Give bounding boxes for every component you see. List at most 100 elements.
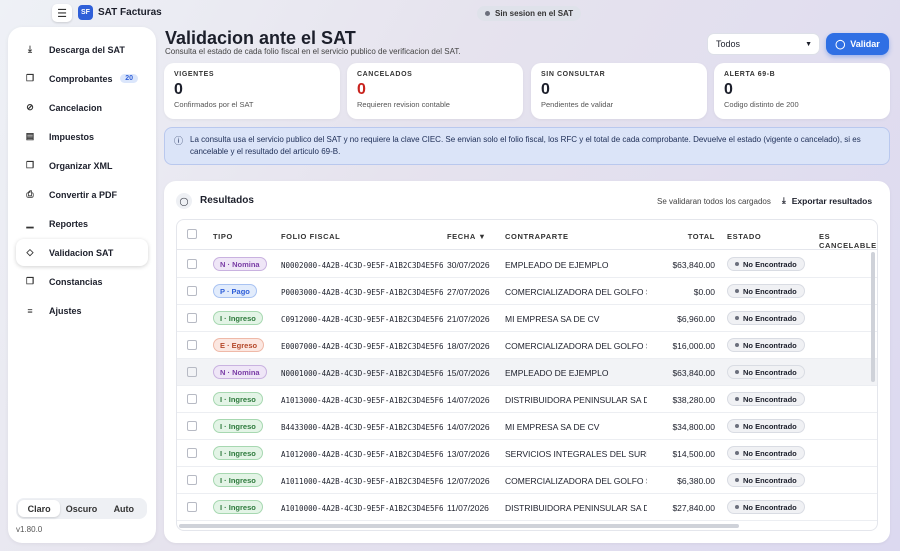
- column-header[interactable]: FOLIO FISCAL: [281, 232, 340, 241]
- sidebar-item-ajustes[interactable]: ≡ Ajustes: [16, 297, 148, 324]
- contraparte: COMERCIALIZADORA DEL GOLFO S...: [505, 287, 647, 297]
- row-checkbox[interactable]: [187, 313, 197, 323]
- sidebar-item-impuestos[interactable]: ▤ Impuestos: [16, 123, 148, 150]
- table-row[interactable]: I · Ingreso A1010000-4A2B-4C3D-9E5F-A1B2C…: [177, 494, 877, 521]
- row-checkbox[interactable]: [187, 448, 197, 458]
- printer-icon: ⎙: [26, 189, 34, 199]
- total: $16,000.00: [672, 341, 715, 351]
- column-header[interactable]: TOTAL: [688, 232, 715, 241]
- table-row[interactable]: E · Egreso E0007000-4A2B-4C3D-9E5F-A1B2C3…: [177, 332, 877, 359]
- stat-description: Confirmados por el SAT: [174, 100, 254, 109]
- export-results-button[interactable]: ⤓ Exportar resultados: [782, 195, 872, 206]
- status-badge: No Encontrado: [727, 338, 805, 352]
- type-badge: I · Ingreso: [213, 392, 263, 406]
- row-checkbox[interactable]: [187, 367, 197, 377]
- status-dot-icon: [735, 478, 739, 482]
- table-row[interactable]: N · Nomina N0002000-4A2B-4C3D-9E5F-A1B2C3…: [177, 251, 877, 278]
- sidebar-item-reportes[interactable]: ▁ Reportes: [16, 210, 148, 237]
- status-badge: No Encontrado: [727, 419, 805, 433]
- sidebar-item-convertir-a-pdf[interactable]: ⎙ Convertir a PDF: [16, 181, 148, 208]
- folio-fiscal: N0002000-4A2B-4C3D-9E5F-A1B2C3D4E5F6: [281, 261, 444, 270]
- sidebar-item-descarga-del-sat[interactable]: ⤓ Descarga del SAT: [16, 36, 148, 63]
- row-checkbox[interactable]: [187, 394, 197, 404]
- row-checkbox[interactable]: [187, 259, 197, 269]
- row-checkbox[interactable]: [187, 421, 197, 431]
- folio-fiscal: E0007000-4A2B-4C3D-9E5F-A1B2C3D4E5F6: [281, 342, 444, 351]
- row-checkbox[interactable]: [187, 502, 197, 512]
- table-row[interactable]: I · Ingreso C0912000-4A2B-4C3D-9E5F-A1B2C…: [177, 305, 877, 332]
- results-title: Resultados: [200, 195, 254, 206]
- stat-description: Pendientes de validar: [541, 100, 614, 109]
- type-badge: I · Ingreso: [213, 446, 263, 460]
- sidebar-item-comprobantes[interactable]: ❒ Comprobantes 20: [16, 65, 148, 92]
- table-row[interactable]: I · Ingreso A1011000-4A2B-4C3D-9E5F-A1B2C…: [177, 467, 877, 494]
- folder-icon: ❐: [25, 160, 35, 170]
- status-label: No Encontrado: [743, 313, 797, 323]
- table-row[interactable]: I · Ingreso B4433000-4A2B-4C3D-9E5F-A1B2C…: [177, 413, 877, 440]
- column-header[interactable]: ESTADO: [727, 232, 761, 241]
- sidebar-item-constancias[interactable]: ❒ Constancias: [16, 268, 148, 295]
- status-label: No Encontrado: [743, 259, 797, 269]
- stat-label: ALERTA 69-B: [724, 71, 776, 78]
- folio-fiscal: P0003000-4A2B-4C3D-9E5F-A1B2C3D4E5F6: [281, 288, 444, 297]
- type-badge: I · Ingreso: [213, 500, 263, 514]
- contraparte: MI EMPRESA SA DE CV: [505, 422, 600, 432]
- results-note: Se validaran todos los cargados: [657, 197, 771, 206]
- table-row[interactable]: I · Ingreso A1013000-4A2B-4C3D-9E5F-A1B2C…: [177, 386, 877, 413]
- sidebar-item-cancelacion[interactable]: ⊘ Cancelacion: [16, 94, 148, 121]
- total: $38,280.00: [672, 395, 715, 405]
- stat-description: Requieren revision contable: [357, 100, 450, 109]
- theme-option-claro[interactable]: Claro: [18, 500, 61, 517]
- sidebar-item-label: Descarga del SAT: [49, 44, 125, 55]
- sidebar-item-label: Constancias: [49, 276, 103, 287]
- fecha: 11/07/2026: [447, 503, 489, 513]
- fecha: 21/07/2026: [447, 314, 490, 324]
- horizontal-scrollbar[interactable]: [179, 524, 739, 528]
- status-badge: No Encontrado: [727, 446, 805, 460]
- stat-label: VIGENTES: [174, 71, 215, 78]
- row-checkbox[interactable]: [187, 340, 197, 350]
- chevron-down-icon: ▼: [805, 40, 812, 48]
- column-header[interactable]: CONTRAPARTE: [505, 232, 569, 241]
- status-badge: No Encontrado: [727, 473, 805, 487]
- column-header[interactable]: FECHA ▼: [447, 232, 486, 241]
- theme-option-oscuro[interactable]: Oscuro: [60, 500, 102, 517]
- vertical-scrollbar[interactable]: [871, 252, 875, 382]
- status-dot-icon: [735, 289, 739, 293]
- sidebar-item-validacion-sat[interactable]: ◇ Validacion SAT: [16, 239, 148, 266]
- download-icon: ⤓: [782, 195, 786, 205]
- table-row[interactable]: I · Ingreso A1012000-4A2B-4C3D-9E5F-A1B2C…: [177, 440, 877, 467]
- type-badge: I · Ingreso: [213, 419, 263, 433]
- validate-button[interactable]: ◯ Validar: [826, 33, 889, 55]
- row-checkbox[interactable]: [187, 286, 197, 296]
- sidebar-item-label: Comprobantes: [49, 73, 113, 84]
- status-badge: No Encontrado: [727, 257, 805, 271]
- status-filter-select[interactable]: Todos ▼: [707, 33, 820, 55]
- table-row[interactable]: P · Pago P0003000-4A2B-4C3D-9E5F-A1B2C3D4…: [177, 278, 877, 305]
- info-text: La consulta usa el servicio publico del …: [190, 135, 861, 156]
- column-header[interactable]: ES CANCELABLE: [819, 232, 877, 250]
- sidebar-item-label: Impuestos: [49, 131, 95, 142]
- contraparte: EMPLEADO DE EJEMPLO: [505, 260, 609, 270]
- select-all-checkbox[interactable]: [187, 229, 197, 239]
- column-header[interactable]: TIPO: [213, 232, 233, 241]
- sidebar-item-label: Organizar XML: [49, 160, 113, 171]
- document-icon: ❒: [25, 276, 35, 286]
- cancel-icon: ⊘: [26, 102, 34, 112]
- status-badge: No Encontrado: [727, 365, 805, 379]
- shield-icon: ◯: [176, 193, 192, 209]
- app-logo: SF: [78, 5, 93, 20]
- theme-option-auto[interactable]: Auto: [103, 500, 145, 517]
- table-row[interactable]: N · Nomina N0001000-4A2B-4C3D-9E5F-A1B2C3…: [177, 359, 877, 386]
- hamburger-icon[interactable]: ☰: [52, 4, 72, 22]
- sidebar-item-organizar-xml[interactable]: ❐ Organizar XML: [16, 152, 148, 179]
- stat-value: 0: [541, 81, 550, 98]
- stat-label: CANCELADOS: [357, 71, 413, 78]
- fecha: 18/07/2026: [447, 341, 490, 351]
- status-badge: No Encontrado: [727, 500, 805, 514]
- status-dot-icon: [735, 343, 739, 347]
- title-bar: ☰ SF SAT Facturas Sin sesion en el SAT: [0, 0, 900, 26]
- stat-description: Codigo distinto de 200: [724, 100, 799, 109]
- total: $27,840.00: [672, 503, 715, 513]
- row-checkbox[interactable]: [187, 475, 197, 485]
